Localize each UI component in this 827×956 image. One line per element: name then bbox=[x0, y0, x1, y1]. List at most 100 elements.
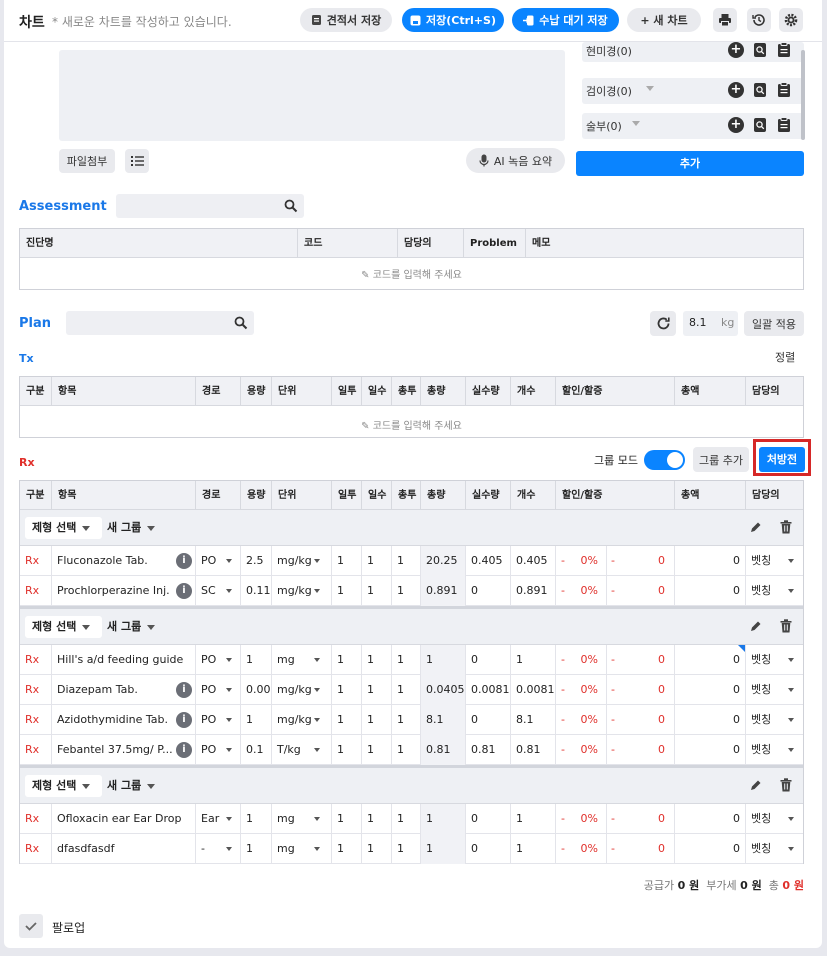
cell-daily[interactable]: 1 bbox=[332, 804, 362, 834]
scrollbar[interactable] bbox=[801, 50, 805, 140]
cell-days[interactable]: 1 bbox=[362, 834, 392, 864]
cell-count[interactable]: 0.0081 bbox=[511, 675, 556, 705]
cell-discount[interactable]: -0% -0 bbox=[556, 645, 675, 675]
cell-doctor[interactable]: 벳칭 bbox=[746, 735, 803, 765]
rx-row[interactable]: Rx Hill's a/d feeding guide PO 1 mg 1 1 1 1 0 1 -0%… bbox=[20, 645, 803, 675]
clipboard-icon[interactable] bbox=[777, 82, 791, 101]
cell-dose[interactable]: 0.1 bbox=[241, 735, 272, 765]
cell-doctor[interactable]: 벳칭 bbox=[746, 645, 803, 675]
cell-count[interactable]: 1 bbox=[511, 645, 556, 675]
cell-doctor[interactable]: 벳칭 bbox=[746, 804, 803, 834]
cell-dose[interactable]: 1 bbox=[241, 834, 272, 864]
sort-button[interactable]: 정렬 bbox=[775, 349, 795, 365]
cell-doctor[interactable]: 벳칭 bbox=[746, 576, 803, 606]
cell-discount[interactable]: -0% -0 bbox=[556, 735, 675, 765]
cell-days[interactable]: 1 bbox=[362, 705, 392, 735]
cell-daily[interactable]: 1 bbox=[332, 645, 362, 675]
cell-route[interactable]: PO bbox=[196, 675, 241, 705]
clipboard-icon[interactable] bbox=[777, 117, 791, 136]
cell-doctor[interactable]: 벳칭 bbox=[746, 705, 803, 735]
estimate-save-button[interactable]: 견적서 저장 bbox=[300, 8, 392, 32]
assessment-search-input[interactable] bbox=[116, 194, 304, 218]
cell-doctor[interactable]: 벳칭 bbox=[746, 546, 803, 576]
discount-percent[interactable]: 0% bbox=[578, 645, 598, 675]
pencil-icon[interactable] bbox=[749, 521, 762, 537]
cell-count[interactable]: 0.405 bbox=[511, 546, 556, 576]
rx-row[interactable]: Rx Azidothymidine Tab. i PO 1 mg/kg 1 1 1 8.1 0 8.1… bbox=[20, 705, 803, 735]
history-button[interactable] bbox=[747, 8, 771, 32]
cell-route[interactable]: Ear bbox=[196, 804, 241, 834]
receipt-wait-save-button[interactable]: 수납 대기 저장 bbox=[512, 8, 619, 32]
cell-route[interactable]: PO bbox=[196, 705, 241, 735]
print-button[interactable] bbox=[713, 8, 737, 32]
save-button[interactable]: 저장(Ctrl+S) bbox=[402, 8, 504, 32]
cell-daily[interactable]: 1 bbox=[332, 705, 362, 735]
cell-total-dose[interactable]: 1 bbox=[392, 705, 421, 735]
pencil-icon[interactable] bbox=[749, 620, 762, 636]
plan-search-input[interactable] bbox=[66, 311, 254, 335]
ai-summary-button[interactable]: AI 녹음 요약 bbox=[466, 148, 565, 173]
pencil-icon[interactable] bbox=[749, 779, 762, 795]
rx-row[interactable]: Rx dfasdfasdf -1 mg 1 1 1 1 0 1-0% -0 0 벳칭 bbox=[20, 834, 803, 864]
cell-days[interactable]: 1 bbox=[362, 546, 392, 576]
prescription-button[interactable]: 처방전 bbox=[759, 447, 805, 472]
trash-icon[interactable] bbox=[780, 778, 792, 795]
plus-circle-icon[interactable]: + bbox=[728, 42, 744, 58]
trash-icon[interactable] bbox=[780, 619, 792, 636]
cell-total-dose[interactable]: 1 bbox=[392, 576, 421, 606]
cell-unit[interactable]: mg bbox=[272, 645, 332, 675]
refresh-button[interactable] bbox=[650, 311, 676, 336]
discount-percent[interactable]: 0% bbox=[578, 576, 598, 606]
cell-actual[interactable]: 0 bbox=[466, 834, 511, 864]
rx-row[interactable]: Rx Prochlorperazine Inj. i SC 0.11 mg/kg 1 1 1 0.… bbox=[20, 576, 803, 606]
cell-unit[interactable]: mg bbox=[272, 804, 332, 834]
info-icon[interactable]: i bbox=[176, 682, 192, 698]
add-button[interactable]: 추가 bbox=[576, 151, 804, 176]
cell-route[interactable]: PO bbox=[196, 546, 241, 576]
cell-days[interactable]: 1 bbox=[362, 804, 392, 834]
cell-unit[interactable]: mg/kg bbox=[272, 675, 332, 705]
form-select-dropdown[interactable]: 제형 선택 bbox=[25, 517, 102, 539]
discount-percent[interactable]: 0% bbox=[578, 735, 598, 765]
cell-discount[interactable]: -0% -0 bbox=[556, 546, 675, 576]
cell-unit[interactable]: mg/kg bbox=[272, 546, 332, 576]
cell-actual[interactable]: 0.405 bbox=[466, 546, 511, 576]
group-name-dropdown[interactable]: 새 그룹 bbox=[107, 517, 156, 539]
cell-dose[interactable]: 1 bbox=[241, 705, 272, 735]
cell-total-dose[interactable]: 1 bbox=[392, 735, 421, 765]
cell-total-dose[interactable]: 1 bbox=[392, 645, 421, 675]
cell-discount[interactable]: -0% -0 bbox=[556, 804, 675, 834]
cell-doctor[interactable]: 벳칭 bbox=[746, 675, 803, 705]
form-select-dropdown[interactable]: 제형 선택 bbox=[25, 775, 102, 797]
info-icon[interactable]: i bbox=[176, 742, 192, 758]
cell-daily[interactable]: 1 bbox=[332, 834, 362, 864]
list-button[interactable] bbox=[125, 149, 149, 173]
apply-all-button[interactable]: 일괄 적용 bbox=[744, 311, 804, 336]
right-item-2[interactable]: 술부(0) bbox=[582, 113, 804, 139]
cell-unit[interactable]: T/kg bbox=[272, 735, 332, 765]
cell-discount[interactable]: -0% -0 bbox=[556, 834, 675, 864]
discount-percent[interactable]: 0% bbox=[578, 546, 598, 576]
cell-route[interactable]: - bbox=[196, 834, 241, 864]
cell-route[interactable]: PO bbox=[196, 735, 241, 765]
cell-unit[interactable]: mg bbox=[272, 834, 332, 864]
cell-dose[interactable]: 1 bbox=[241, 645, 272, 675]
cell-daily[interactable]: 1 bbox=[332, 546, 362, 576]
cell-discount[interactable]: -0% -0 bbox=[556, 576, 675, 606]
new-chart-button[interactable]: + 새 차트 bbox=[627, 8, 701, 32]
cell-actual[interactable]: 0 bbox=[466, 645, 511, 675]
discount-percent[interactable]: 0% bbox=[578, 834, 598, 864]
cell-dose[interactable]: 0.00 bbox=[241, 675, 272, 705]
discount-percent[interactable]: 0% bbox=[578, 705, 598, 735]
group-mode-toggle[interactable] bbox=[644, 450, 685, 470]
group-name-dropdown[interactable]: 새 그룹 bbox=[107, 616, 156, 638]
cell-unit[interactable]: mg/kg bbox=[272, 576, 332, 606]
followup-checkbox[interactable] bbox=[19, 914, 43, 938]
cell-unit[interactable]: mg/kg bbox=[272, 705, 332, 735]
info-icon[interactable]: i bbox=[176, 553, 192, 569]
cell-days[interactable]: 1 bbox=[362, 645, 392, 675]
cell-total-dose[interactable]: 1 bbox=[392, 546, 421, 576]
discount-amount[interactable]: 0 bbox=[620, 546, 665, 576]
zoom-icon[interactable] bbox=[753, 117, 768, 136]
cell-count[interactable]: 1 bbox=[511, 834, 556, 864]
